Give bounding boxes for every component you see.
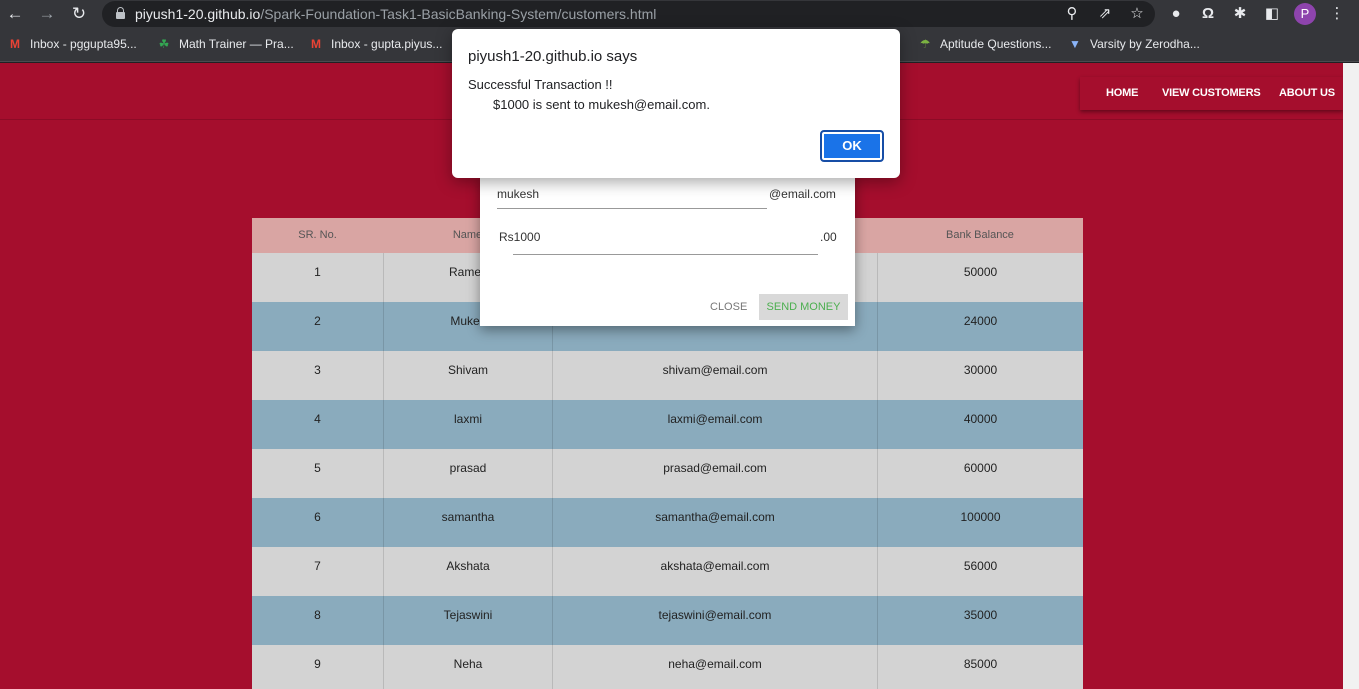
amount-input[interactable] xyxy=(513,228,818,255)
table-row: 9 Neha neha@email.com 85000 xyxy=(252,645,1083,689)
gmail-icon: M xyxy=(311,37,321,51)
nav-home-link[interactable]: HOME xyxy=(1106,87,1138,99)
cell-sr: 6 xyxy=(314,510,321,524)
cell-sr: 7 xyxy=(314,559,321,573)
table-row: 8 Tejaswini tejaswini@email.com 35000 xyxy=(252,596,1083,645)
cell-name: Tejaswini xyxy=(383,596,552,645)
recipient-input[interactable]: mukesh xyxy=(497,185,767,209)
table-row: 5 prasad prasad@email.com 60000 xyxy=(252,449,1083,498)
cell-sr: 3 xyxy=(314,363,321,377)
bookmark-item[interactable]: ☂ Aptitude Questions... xyxy=(918,37,1052,51)
recipient-suffix: @email.com xyxy=(769,187,836,201)
header-bank-balance: Bank Balance xyxy=(946,229,1014,241)
send-money-button[interactable]: SEND MONEY xyxy=(759,294,848,320)
cell-email: laxmi@email.com xyxy=(552,400,877,449)
ok-button[interactable]: OK xyxy=(820,130,884,162)
share-icon[interactable]: ⇗ xyxy=(1095,4,1115,24)
navbar: HOME VIEW CUSTOMERS ABOUT US xyxy=(1080,77,1343,110)
lock-icon xyxy=(116,7,125,19)
cell-name: Akshata xyxy=(383,547,552,596)
browser-toolbar: ← → ↻ piyush1-20.github.io/Spark-Foundat… xyxy=(0,0,1359,28)
bookmark-item[interactable]: ☘ Math Trainer — Pra... xyxy=(157,37,294,51)
alert-message-line1: Successful Transaction !! xyxy=(468,77,613,92)
table-row: 4 laxmi laxmi@email.com 40000 xyxy=(252,400,1083,449)
amount-suffix: .00 xyxy=(820,230,837,244)
transfer-modal: mukesh @email.com Rs1000 .00 CLOSE SEND … xyxy=(480,173,855,326)
cell-email: prasad@email.com xyxy=(552,449,877,498)
table-row: 6 samantha samantha@email.com 100000 xyxy=(252,498,1083,547)
cell-sr: 8 xyxy=(314,608,321,622)
address-bar[interactable]: piyush1-20.github.io/Spark-Foundation-Ta… xyxy=(102,1,1155,27)
header-sr-no: SR. No. xyxy=(298,229,337,241)
zoom-icon[interactable]: ⚲ xyxy=(1062,4,1082,24)
cell-balance: 100000 xyxy=(877,498,1083,547)
extensions-puzzle-icon[interactable]: ✱ xyxy=(1230,4,1250,24)
extension-omega-icon[interactable]: Ω xyxy=(1198,4,1218,24)
cell-name: laxmi xyxy=(383,400,552,449)
cell-sr: 2 xyxy=(314,314,321,328)
cell-balance: 60000 xyxy=(877,449,1083,498)
scrollbar[interactable] xyxy=(1343,63,1359,689)
cell-email: tejaswini@email.com xyxy=(552,596,877,645)
cell-email: neha@email.com xyxy=(552,645,877,689)
cell-email: shivam@email.com xyxy=(552,351,877,400)
cell-balance: 56000 xyxy=(877,547,1083,596)
profile-avatar[interactable]: P xyxy=(1294,3,1316,25)
cell-balance: 85000 xyxy=(877,645,1083,689)
cell-sr: 9 xyxy=(314,657,321,671)
bookmark-item[interactable]: ▼ Varsity by Zerodha... xyxy=(1068,37,1200,51)
cell-email: samantha@email.com xyxy=(552,498,877,547)
cell-balance: 35000 xyxy=(877,596,1083,645)
cell-sr: 5 xyxy=(314,461,321,475)
back-arrow-icon[interactable]: ← xyxy=(5,4,25,24)
bookmark-item[interactable]: M Inbox - pggupta95... xyxy=(8,37,137,51)
cell-balance: 30000 xyxy=(877,351,1083,400)
shield-icon: ▼ xyxy=(1069,37,1081,51)
table-row: 7 Akshata akshata@email.com 56000 xyxy=(252,547,1083,596)
cell-name: Shivam xyxy=(383,351,552,400)
alert-dialog: piyush1-20.github.io says Successful Tra… xyxy=(452,29,900,178)
nav-about-us-link[interactable]: ABOUT US xyxy=(1279,87,1335,99)
cell-sr: 4 xyxy=(314,412,321,426)
cell-email: akshata@email.com xyxy=(552,547,877,596)
gmail-icon: M xyxy=(10,37,20,51)
menu-kebab-icon[interactable]: ⋮ xyxy=(1327,4,1347,24)
cell-sr: 1 xyxy=(314,265,321,279)
cell-balance: 24000 xyxy=(877,302,1083,351)
cell-balance: 40000 xyxy=(877,400,1083,449)
bookmark-item[interactable]: M Inbox - gupta.piyus... xyxy=(309,37,442,51)
math-trainer-icon: ☘ xyxy=(158,37,170,51)
url-text: piyush1-20.github.io/Spark-Foundation-Ta… xyxy=(135,6,657,22)
side-panel-icon[interactable]: ◧ xyxy=(1262,4,1282,24)
extension-owl-icon[interactable]: ● xyxy=(1166,4,1186,24)
alert-title: piyush1-20.github.io says xyxy=(468,48,638,65)
nav-view-customers-link[interactable]: VIEW CUSTOMERS xyxy=(1162,87,1261,99)
close-button[interactable]: CLOSE xyxy=(710,301,747,313)
alert-message-line2: $1000 is sent to mukesh@email.com. xyxy=(493,97,710,112)
cell-name: prasad xyxy=(383,449,552,498)
indiabix-icon: ☂ xyxy=(919,37,931,51)
star-icon[interactable]: ☆ xyxy=(1127,4,1147,24)
cell-name: samantha xyxy=(383,498,552,547)
cell-name: Neha xyxy=(383,645,552,689)
cell-balance: 50000 xyxy=(877,253,1083,302)
forward-arrow-icon[interactable]: → xyxy=(37,4,57,24)
reload-icon[interactable]: ↻ xyxy=(69,4,89,24)
table-row: 3 Shivam shivam@email.com 30000 xyxy=(252,351,1083,400)
